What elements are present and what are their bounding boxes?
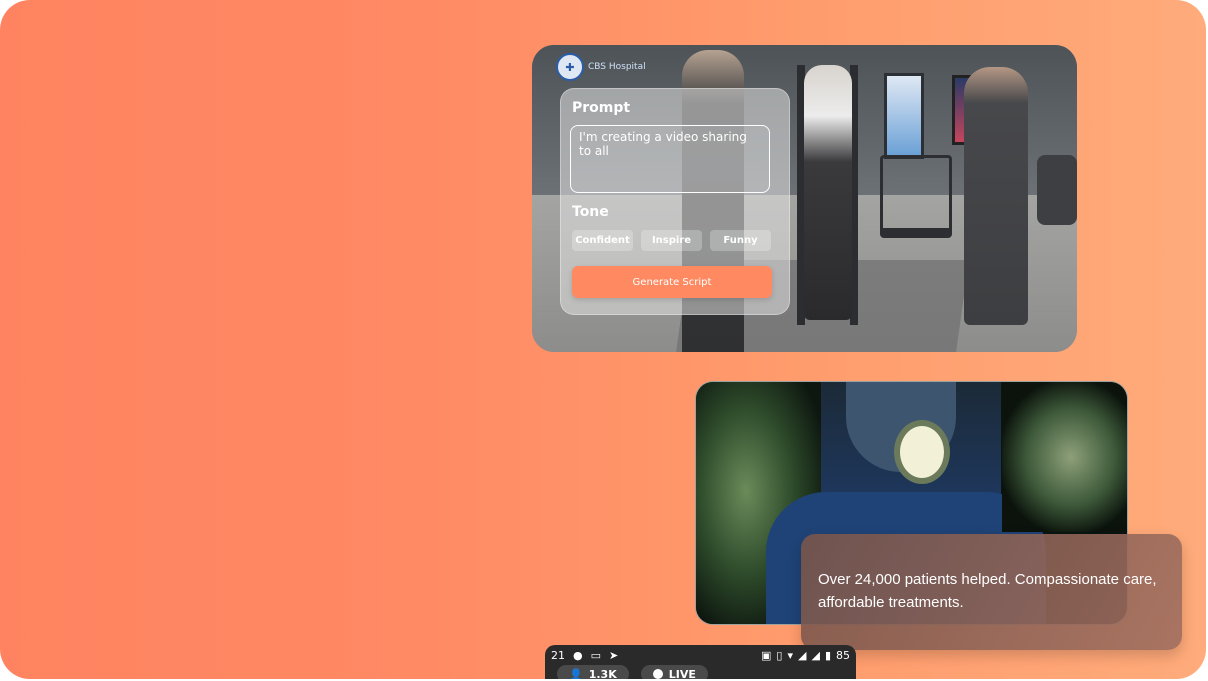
- live-label: LIVE: [668, 667, 696, 680]
- live-badge[interactable]: LIVE: [640, 665, 708, 680]
- phone-status-bar: 21 ● ▭ ➤ ▣ ▯ ▾ ◢ ◢ ▮ 85: [545, 645, 856, 665]
- battery-icon: ▮: [824, 648, 831, 662]
- prompt-input[interactable]: I'm creating a video sharing to all: [570, 125, 770, 193]
- generate-script-button[interactable]: Generate Script: [572, 266, 772, 298]
- status-time: 21: [551, 648, 565, 662]
- treadmill: [880, 155, 952, 238]
- therapist-right: [964, 67, 1028, 325]
- office-chair: [1037, 155, 1077, 225]
- background-canvas: ✚ CBS Hospital Prompt I'm creating a vid…: [0, 0, 1206, 679]
- screen-icon: ▭: [590, 648, 602, 662]
- tone-heading: Tone: [572, 204, 609, 220]
- caption-text: Over 24,000 patients helped. Compassiona…: [818, 571, 1157, 611]
- person-icon: 👤: [569, 667, 583, 680]
- caption-tooltip: Over 24,000 patients helped. Compassiona…: [801, 534, 1182, 650]
- script-generator-panel: Prompt I'm creating a video sharing to a…: [560, 88, 790, 315]
- phone-preview: 21 ● ▭ ➤ ▣ ▯ ▾ ◢ ◢ ▮ 85 👤 1.3K LIVE: [545, 645, 856, 679]
- viewer-count: 1.3K: [588, 667, 617, 680]
- viewer-count-badge[interactable]: 👤 1.3K: [557, 665, 629, 679]
- wall-screen: [884, 73, 924, 159]
- battery-level: 85: [836, 648, 850, 662]
- mri-scan-axial: [1002, 382, 1127, 532]
- hospital-logo-icon: ✚: [556, 53, 584, 81]
- signal-icon-2: ◢: [811, 648, 820, 662]
- cast-icon: ▣: [761, 648, 772, 662]
- vibrate-icon: ▯: [776, 648, 783, 662]
- tone-funny-button[interactable]: Funny: [710, 230, 771, 251]
- record-icon: ●: [573, 648, 583, 662]
- hospital-logo-text: CBS Hospital: [588, 62, 646, 72]
- live-dot-icon: [652, 669, 663, 679]
- prompt-heading: Prompt: [572, 100, 631, 116]
- patient-figure: [804, 65, 852, 320]
- live-controls: 👤 1.3K LIVE: [557, 665, 708, 679]
- hospital-logo: ✚ CBS Hospital: [556, 53, 646, 81]
- tone-confident-button[interactable]: Confident: [572, 230, 633, 251]
- send-icon: ➤: [609, 648, 619, 662]
- signal-icon: ◢: [798, 648, 807, 662]
- scan-highlight: [894, 420, 950, 484]
- tone-inspire-button[interactable]: Inspire: [641, 230, 702, 251]
- tone-options: Confident Inspire Funny: [572, 230, 771, 251]
- wifi-icon: ▾: [787, 648, 793, 662]
